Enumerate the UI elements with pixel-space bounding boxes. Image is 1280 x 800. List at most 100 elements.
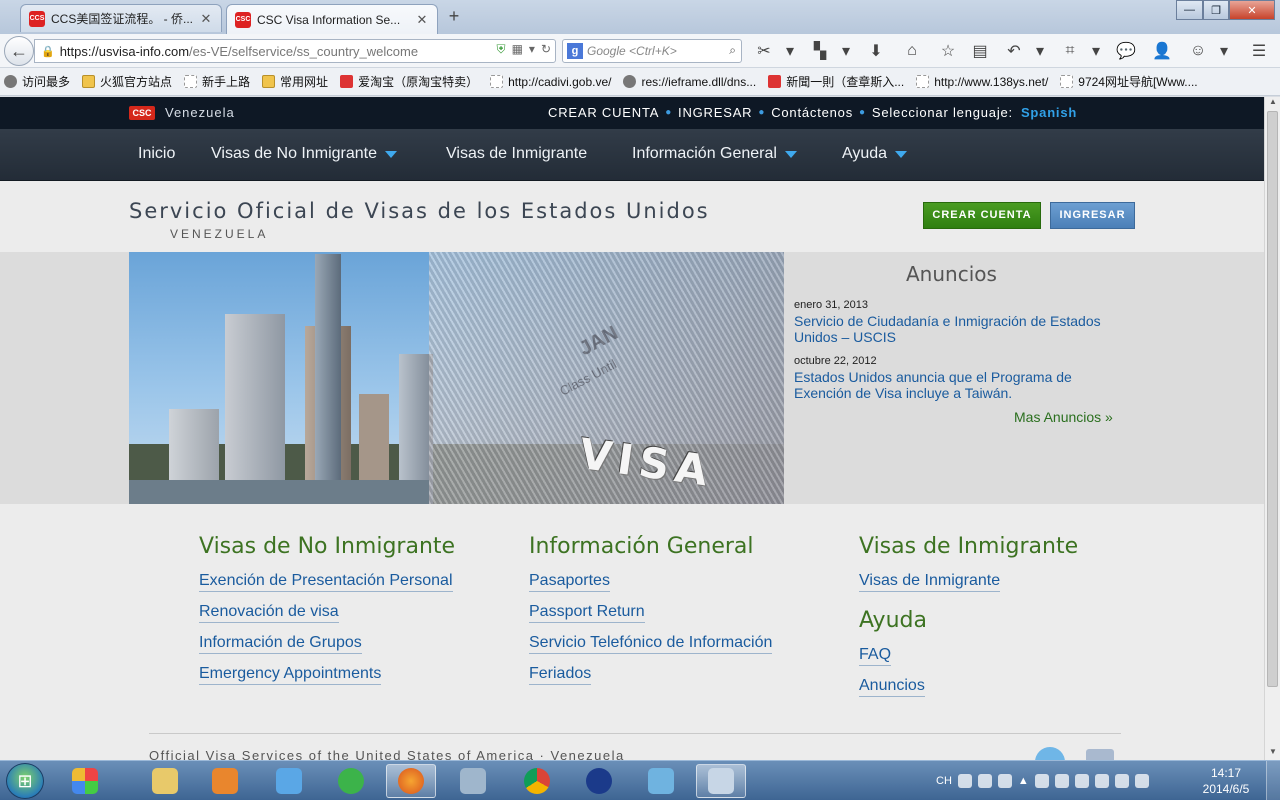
csc-logo[interactable]: CSC [129, 106, 155, 120]
quick-link[interactable]: Emergency Appointments [199, 665, 382, 685]
chevron-down-icon[interactable]: ▾ [832, 39, 860, 63]
nav-visas-no-inmigrante[interactable]: Visas de No Inmigrante [211, 145, 398, 163]
help-icon[interactable] [977, 774, 992, 788]
create-account-link[interactable]: CREAR CUENTA [548, 105, 659, 120]
bookmark-item[interactable]: res://ieframe.dll/dns... [623, 75, 756, 89]
quick-link[interactable]: Feriados [529, 665, 592, 685]
bookmark-item[interactable]: http://www.138ys.net/ [916, 75, 1048, 89]
announcement-link[interactable]: Estados Unidos anuncia que el Programa d… [794, 369, 1124, 401]
minimize-button[interactable]: — [1176, 0, 1203, 20]
apps-icon[interactable]: ▚ [806, 39, 834, 63]
quick-link[interactable]: Exención de Presentación Personal [199, 572, 453, 592]
taskbar-app[interactable] [200, 764, 250, 798]
create-account-button[interactable]: CREAR CUENTA [923, 202, 1041, 229]
dropdown-arrow-icon[interactable]: ▾ [529, 42, 535, 57]
quick-link[interactable]: Visas de Inmigrante [859, 572, 1001, 592]
google-icon[interactable]: g [567, 43, 583, 59]
qr-icon[interactable]: ▦ [512, 42, 523, 57]
taskbar-app[interactable] [264, 764, 314, 798]
social-square-icon[interactable] [1086, 749, 1114, 760]
quick-link[interactable]: Información de Grupos [199, 634, 362, 654]
announcement-link[interactable]: Servicio de Ciudadanía e Inmigración de … [794, 313, 1124, 345]
address-bar[interactable]: 🔒 https://usvisa-info.com/es-VE/selfserv… [34, 39, 556, 63]
scroll-down-icon[interactable]: ▼ [1265, 747, 1280, 759]
login-button[interactable]: INGRESAR [1050, 202, 1135, 229]
bookmark-item[interactable]: 9724网址导航[Www.... [1060, 73, 1198, 90]
system-clock[interactable]: 14:17 2014/6/5 [1196, 765, 1256, 797]
search-input[interactable]: g Google <Ctrl+K> ⌕ [562, 39, 742, 63]
bookmark-item[interactable]: 新手上路 [184, 73, 250, 90]
close-window-button[interactable]: ✕ [1229, 0, 1275, 20]
reload-icon[interactable]: ↻ [541, 42, 551, 57]
show-hidden-icon[interactable]: ▲ [1018, 775, 1029, 787]
maximize-button[interactable]: ❐ [1203, 0, 1229, 20]
taskbar-app[interactable] [326, 764, 376, 798]
taskbar-app[interactable] [140, 764, 190, 798]
input-language[interactable]: CH [936, 775, 952, 787]
quick-link[interactable]: FAQ [859, 646, 892, 666]
start-button[interactable]: ⊞ [6, 763, 44, 799]
tray-icon[interactable] [997, 774, 1012, 788]
social-circle-icon[interactable] [1035, 747, 1065, 760]
bookmark-item[interactable]: 新聞一則（查章斯入... [768, 73, 904, 90]
network-icon[interactable] [1114, 774, 1129, 788]
taskbar-app[interactable] [696, 764, 746, 798]
chevron-down-icon[interactable]: ▾ [1210, 39, 1238, 63]
login-link[interactable]: INGRESAR [678, 105, 752, 120]
taskbar-app[interactable] [448, 764, 498, 798]
undo-icon[interactable]: ↶ [1000, 39, 1028, 63]
bookmark-star-icon[interactable]: ☆ [934, 39, 962, 63]
scroll-thumb[interactable] [1267, 111, 1278, 687]
addon-icon[interactable]: ☺ [1184, 39, 1212, 63]
tray-icon[interactable] [1094, 774, 1109, 788]
quick-link[interactable]: Pasaportes [529, 572, 610, 592]
menu-icon[interactable]: ☰ [1245, 39, 1273, 63]
bookmark-item[interactable]: 访问最多 [4, 73, 70, 90]
nav-informacion-general[interactable]: Información General [632, 145, 797, 163]
tray-icon[interactable] [1034, 774, 1049, 788]
bookmark-item[interactable]: 爱淘宝（原淘宝特卖） [340, 73, 478, 90]
contact-link[interactable]: Contáctenos [771, 105, 853, 120]
quick-link[interactable]: Anuncios [859, 677, 925, 697]
show-desktop-button[interactable] [1266, 761, 1280, 800]
taskbar-app[interactable] [512, 764, 562, 798]
scroll-up-icon[interactable]: ▲ [1265, 97, 1280, 109]
tab-close-icon[interactable]: ✕ [199, 11, 213, 27]
bookmarks-list-icon[interactable]: ▤ [966, 39, 994, 63]
bookmark-item[interactable]: 常用网址 [262, 73, 328, 90]
new-tab-button[interactable]: + [442, 6, 466, 28]
language-select[interactable]: Spanish [1021, 105, 1077, 120]
flag-icon[interactable] [1054, 774, 1069, 788]
quick-link[interactable]: Renovación de visa [199, 603, 339, 623]
quick-link[interactable]: Servicio Telefónico de Información [529, 634, 773, 654]
taskbar-app[interactable] [60, 764, 110, 798]
bookmark-item[interactable]: 火狐官方站点 [82, 73, 172, 90]
quick-link[interactable]: Passport Return [529, 603, 645, 623]
tray-icon[interactable] [957, 774, 972, 788]
bookmark-item[interactable]: http://cadivi.gob.ve/ [490, 75, 611, 89]
tab-csc[interactable]: CSC CSC Visa Information Se... ✕ [226, 4, 438, 34]
vertical-scrollbar[interactable]: ▲ ▼ [1264, 97, 1280, 760]
nav-ayuda[interactable]: Ayuda [842, 145, 908, 163]
more-announcements-link[interactable]: Mas Anuncios » [1014, 409, 1113, 425]
screenshot-icon[interactable]: ✂ [750, 39, 778, 63]
taskbar-app[interactable] [636, 764, 686, 798]
search-icon[interactable]: ⌕ [729, 43, 736, 58]
download-icon[interactable]: ⬇ [862, 39, 890, 63]
volume-icon[interactable] [1134, 774, 1149, 788]
chat-icon[interactable]: 💬 [1112, 39, 1140, 63]
chevron-down-icon[interactable]: ▾ [776, 39, 804, 63]
tab-close-icon[interactable]: ✕ [415, 12, 429, 28]
chevron-down-icon[interactable]: ▾ [1082, 39, 1110, 63]
crop-icon[interactable]: ⌗ [1056, 39, 1084, 63]
taskbar-firefox[interactable] [386, 764, 436, 798]
tab-ccs[interactable]: CCS CCS美国签证流程。 - 侨... ✕ [20, 4, 222, 32]
back-button[interactable]: ← [4, 36, 34, 66]
taskbar-app[interactable] [574, 764, 624, 798]
shield-icon[interactable]: ⛨ [497, 42, 506, 57]
nav-visas-inmigrante[interactable]: Visas de Inmigrante [446, 145, 587, 163]
security-icon[interactable] [1074, 774, 1089, 788]
chevron-down-icon[interactable]: ▾ [1026, 39, 1054, 63]
home-icon[interactable]: ⌂ [898, 39, 926, 63]
user-icon[interactable]: 👤 [1148, 39, 1176, 63]
